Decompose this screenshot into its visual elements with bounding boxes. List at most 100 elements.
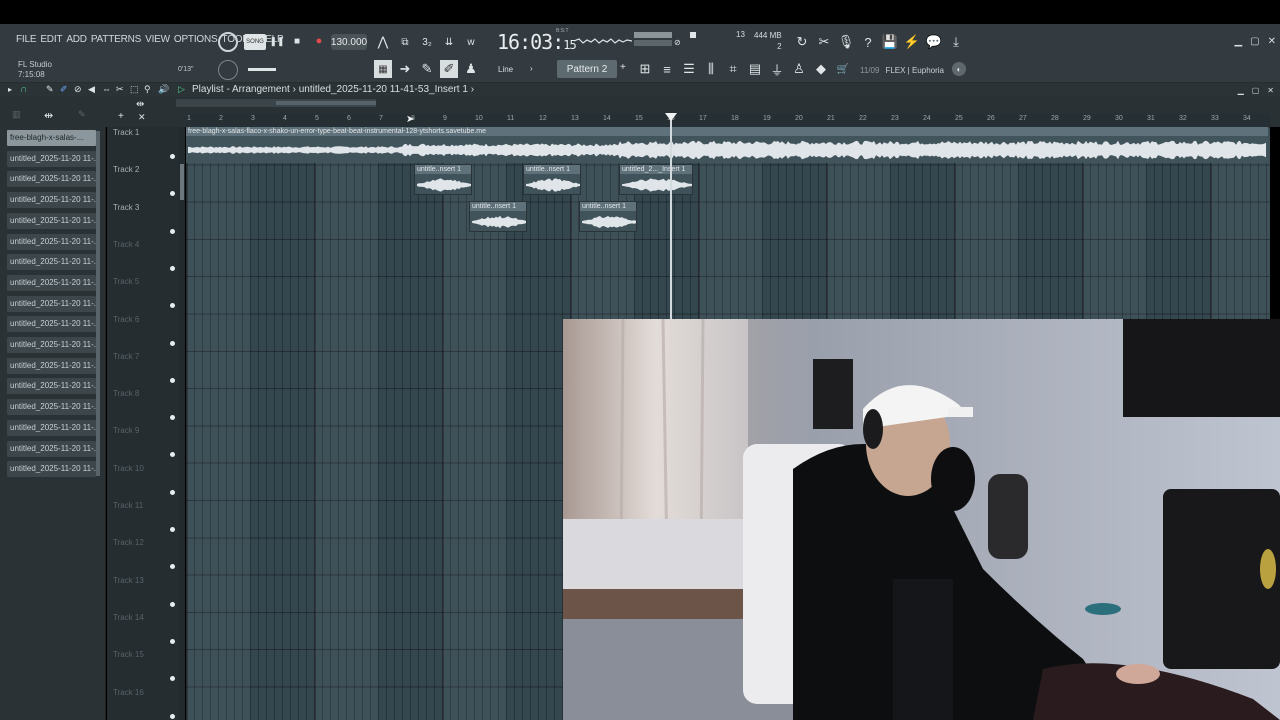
track-label[interactable]: Track 10 (113, 464, 144, 473)
fish-icon[interactable]: ◆ (812, 60, 830, 78)
paint-icon[interactable]: ✐ (440, 60, 458, 78)
microphone-icon[interactable]: 🎙 (838, 34, 855, 50)
chat-icon[interactable]: 💬 (926, 34, 942, 50)
track-label[interactable]: Track 8 (113, 389, 139, 398)
tempo-display[interactable]: 130.000 (331, 34, 367, 50)
audio-clip[interactable]: untitled_2..._Insert 1 (619, 164, 693, 195)
track-mute-dot[interactable] (170, 638, 175, 644)
metronome-icon[interactable]: ⋀ (374, 34, 392, 50)
track-label[interactable]: Track 4 (113, 240, 139, 249)
paint-tool-icon[interactable]: ✐ (60, 84, 68, 95)
track-mute-dot[interactable] (170, 377, 175, 383)
reload-small-icon[interactable]: ⊘ (674, 38, 681, 47)
menu-patterns[interactable]: PATTERNS (91, 34, 141, 45)
picker-arrows-icon[interactable]: ⇹ (44, 109, 53, 122)
audio-clip[interactable]: untitle..nsert 1 (414, 164, 472, 195)
picker-item[interactable]: untitled_2025-11-20 11-... (7, 192, 96, 209)
picker-item[interactable]: untitled_2025-11-20 11-... (7, 295, 96, 312)
delete-tool-icon[interactable]: ⊘ (74, 84, 82, 95)
track-label[interactable]: Track 13 (113, 576, 144, 585)
globe-icon[interactable]: ◐ (952, 62, 966, 76)
picker-item[interactable]: untitled_2025-11-20 11-... (7, 419, 96, 436)
mixer-icon[interactable]: ⫼ (702, 60, 720, 78)
picker-item[interactable]: untitled_2025-11-20 11-... (7, 316, 96, 333)
piano-roll-icon[interactable]: ⊞ (636, 60, 654, 78)
track-mute-dot[interactable] (170, 228, 175, 234)
chevron-right-icon[interactable]: › (530, 64, 533, 73)
loop-record-icon[interactable] (218, 32, 238, 52)
track-mute-dot[interactable] (170, 340, 175, 346)
picker-item[interactable]: untitled_2025-11-20 11-... (7, 233, 96, 250)
save-icon[interactable]: 💾 (882, 34, 898, 50)
track-label[interactable]: Track 7 (113, 352, 139, 361)
track-label[interactable]: Track 12 (113, 538, 144, 547)
scissors-icon[interactable]: ✂ (816, 34, 832, 50)
channel-rack-icon[interactable]: ≡ (658, 60, 676, 78)
blend-notes-icon[interactable]: w (462, 34, 480, 50)
close-icon[interactable]: ✕ (1268, 36, 1276, 47)
tree-icon[interactable]: ⌗ (724, 60, 742, 78)
file-icon[interactable]: ▤ (746, 60, 764, 78)
track-mute-dot[interactable] (170, 489, 175, 495)
scroll-thumb[interactable] (276, 101, 376, 105)
menu-edit[interactable]: EDIT (40, 34, 62, 45)
track-mute-dot[interactable] (170, 601, 175, 607)
add-pattern-icon[interactable]: + (620, 62, 626, 73)
track-label[interactable]: Track 11 (113, 501, 143, 510)
picker-item[interactable]: untitled_2025-11-20 11-... (7, 150, 96, 167)
picker-item[interactable]: untitled_2025-11-20 11-... (7, 378, 96, 395)
playback-tool-icon[interactable]: 🔊 (158, 84, 169, 95)
track-mute-dot[interactable] (170, 265, 175, 271)
countdown-icon[interactable]: 3₂ (418, 34, 436, 50)
download-icon[interactable]: ⤓ (948, 34, 964, 50)
pat-song-toggle[interactable]: SONG (244, 34, 266, 50)
picker-item[interactable]: untitled_2025-11-20 11-... (7, 357, 96, 374)
track-scrollbar[interactable] (179, 127, 185, 720)
menu-view[interactable]: VIEW (145, 34, 170, 45)
playlist-close-icon[interactable]: ✕ (1267, 86, 1274, 95)
playhead-marker[interactable] (665, 113, 677, 121)
slice-tool-icon[interactable]: ✂ (116, 84, 124, 95)
picker-grid-icon[interactable]: ▥ (12, 109, 21, 120)
person-icon[interactable]: ♙ (790, 60, 808, 78)
maximize-icon[interactable]: ▢ (1250, 36, 1259, 47)
playlist-play-icon[interactable]: ▷ (178, 84, 185, 95)
audio-clip-main[interactable]: free-blagh-x-salas-flaco-x-shako-un-erro… (186, 127, 1268, 163)
plug-icon[interactable]: ⏚ (768, 60, 786, 78)
playlist-maximize-icon[interactable]: ▢ (1252, 86, 1260, 95)
menu-file[interactable]: FILE (16, 34, 37, 45)
track-label[interactable]: Track 14 (113, 613, 144, 622)
news-ticker[interactable]: 11/09 FLEX | Euphoria (860, 66, 944, 75)
plugin-icon[interactable]: ⚡ (904, 34, 920, 50)
playlist-icon[interactable]: ▦ (374, 60, 392, 78)
track-label[interactable]: Track 5 (113, 277, 139, 286)
track-mute-dot[interactable] (170, 154, 175, 159)
picker-item-selected[interactable]: free-blagh-x-salas-... (7, 130, 96, 146)
track-label[interactable]: Track 3 (113, 203, 139, 212)
audio-clip[interactable]: untitle..nsert 1 (523, 164, 581, 195)
picker-pencil-icon[interactable]: ✎ (78, 109, 86, 120)
stop-icon[interactable]: ■ (290, 34, 304, 48)
track-mute-dot[interactable] (170, 527, 175, 532)
track-label[interactable]: Track 9 (113, 426, 139, 435)
mute-tool-icon[interactable]: ◀ (88, 84, 95, 95)
master-volume-slider[interactable] (248, 68, 276, 71)
picker-item[interactable]: untitled_2025-11-20 11-... (7, 171, 96, 188)
cart-icon[interactable]: 🛒 (834, 60, 852, 78)
picker-scrollbar[interactable] (96, 131, 100, 476)
track-label[interactable]: Track 6 (113, 315, 139, 324)
track-scroll-thumb[interactable] (180, 164, 184, 200)
picker-item[interactable]: untitled_2025-11-20 11-... (7, 254, 96, 271)
audio-clip[interactable]: untitle..nsert 1 (469, 201, 527, 232)
track-mute-dot[interactable] (170, 713, 175, 719)
track-label[interactable]: Track 16 (113, 688, 144, 697)
menu-add[interactable]: ADD (66, 34, 87, 45)
track-label[interactable]: Track 2 (113, 165, 139, 174)
magnet-icon[interactable]: ∩ (20, 84, 27, 95)
picker-item[interactable]: untitled_2025-11-20 11-... (7, 440, 96, 457)
zoom-tool-icon[interactable]: ⚲ (144, 84, 151, 95)
picker-item[interactable]: untitled_2025-11-20 11-... (7, 274, 96, 291)
help-icon[interactable]: ? (860, 34, 876, 50)
pencil-icon[interactable]: ✎ (418, 60, 436, 78)
undo-history-icon[interactable]: ↻ (794, 34, 810, 50)
